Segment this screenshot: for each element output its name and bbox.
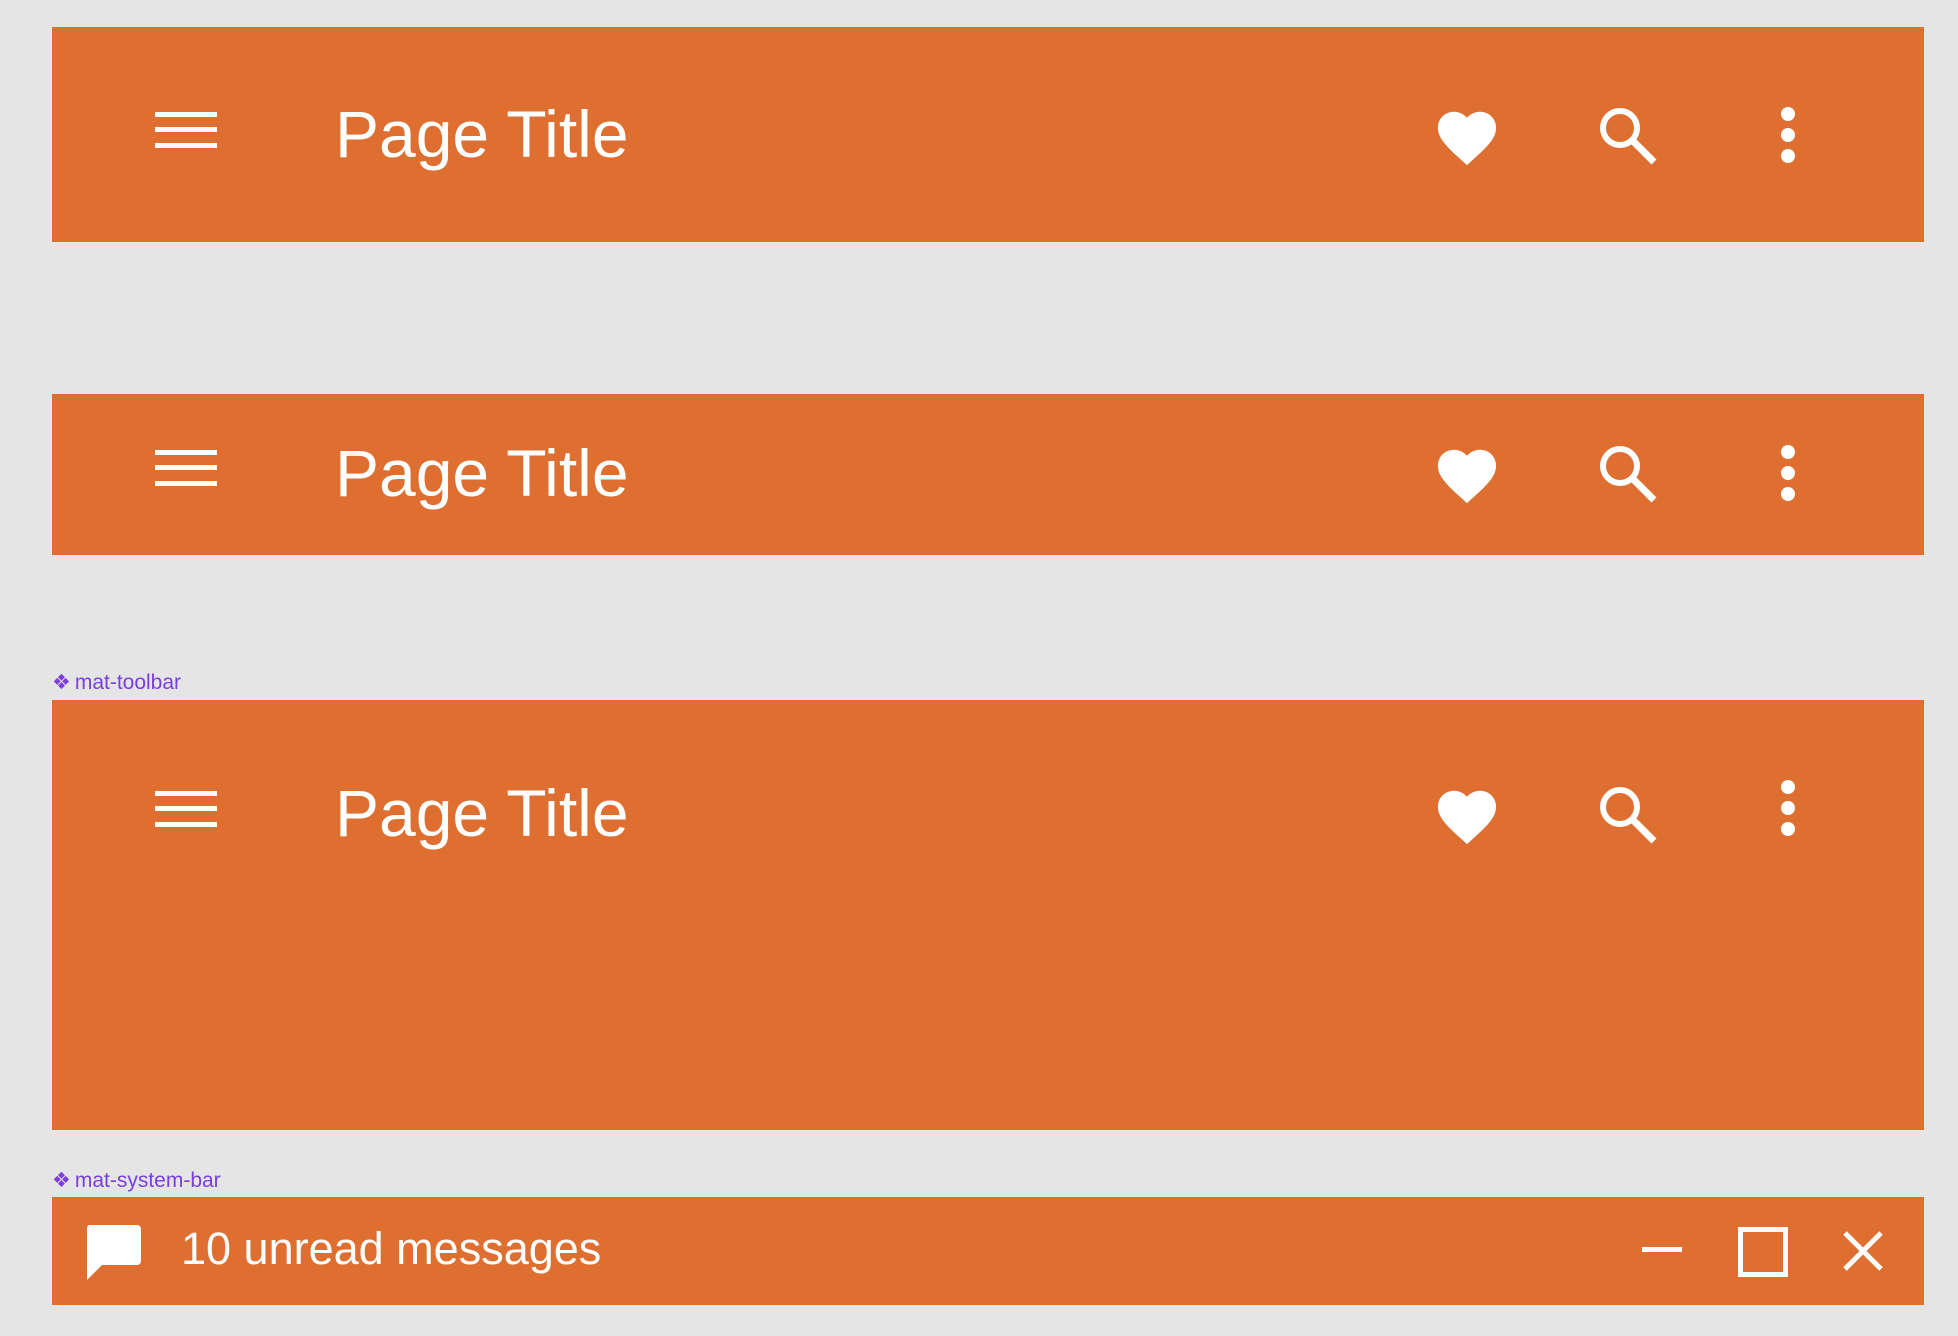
component-icon: ❖ bbox=[52, 671, 71, 694]
menu-icon[interactable] bbox=[155, 444, 217, 492]
page-title: Page Title bbox=[335, 776, 629, 850]
more-vert-icon[interactable] bbox=[1778, 107, 1798, 163]
component-label-text: mat-system-bar bbox=[74, 1169, 221, 1192]
toolbar-1: Page Title bbox=[52, 27, 1924, 242]
unread-messages-text: 10 unread messages bbox=[181, 1223, 602, 1274]
component-label-text: mat-toolbar bbox=[74, 671, 182, 694]
maximize-icon[interactable] bbox=[1738, 1227, 1788, 1277]
mat-system-bar: 10 unread messages bbox=[52, 1197, 1924, 1305]
menu-icon[interactable] bbox=[155, 106, 217, 154]
component-icon: ❖ bbox=[52, 1169, 71, 1192]
component-label-mat-system-bar: ❖ mat-system-bar bbox=[52, 1170, 221, 1191]
heart-icon[interactable] bbox=[1432, 782, 1502, 846]
mat-toolbar: Page Title bbox=[52, 700, 1924, 1130]
menu-icon[interactable] bbox=[155, 785, 217, 833]
heart-icon[interactable] bbox=[1432, 103, 1502, 167]
search-icon[interactable] bbox=[1596, 442, 1658, 504]
page-title: Page Title bbox=[335, 436, 629, 510]
more-vert-icon[interactable] bbox=[1778, 780, 1798, 836]
chat-icon bbox=[84, 1223, 142, 1281]
search-icon[interactable] bbox=[1596, 783, 1658, 845]
component-label-mat-toolbar: ❖ mat-toolbar bbox=[52, 672, 181, 693]
toolbar-2: Page Title bbox=[52, 394, 1924, 555]
search-icon[interactable] bbox=[1596, 104, 1658, 166]
more-vert-icon[interactable] bbox=[1778, 445, 1798, 501]
close-icon[interactable] bbox=[1843, 1231, 1883, 1271]
heart-icon[interactable] bbox=[1432, 441, 1502, 505]
page-title: Page Title bbox=[335, 97, 629, 171]
minimize-icon[interactable] bbox=[1642, 1247, 1682, 1253]
